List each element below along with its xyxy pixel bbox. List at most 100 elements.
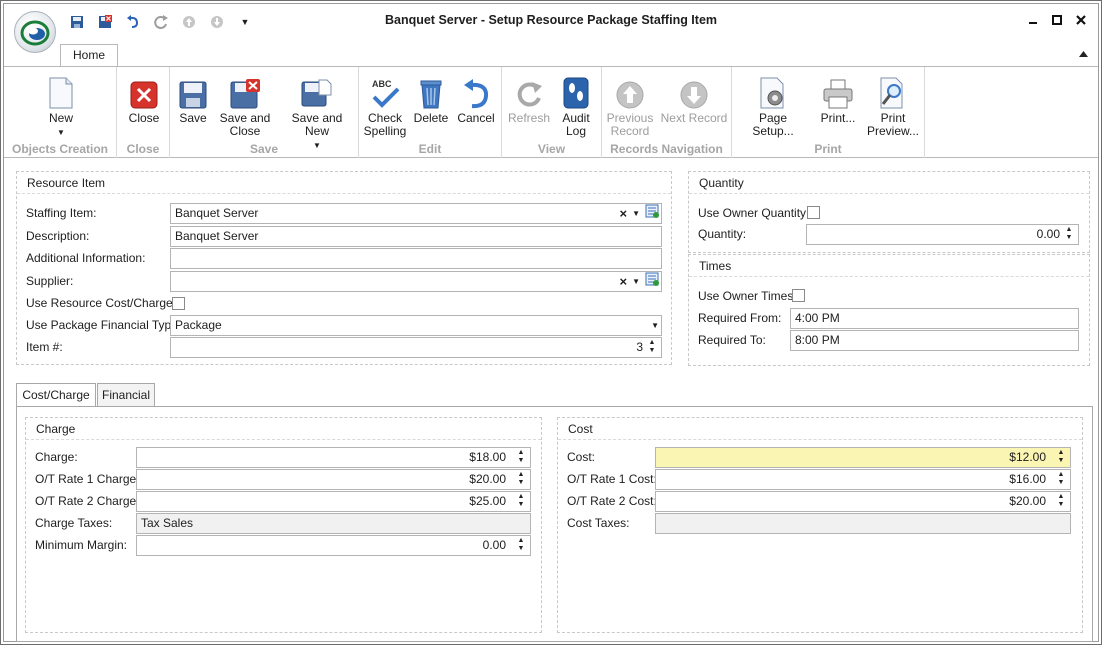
spin-buttons-icon[interactable]: ▲ ▼ <box>516 537 526 554</box>
tab-financial[interactable]: Financial <box>97 383 155 407</box>
window-controls <box>1024 11 1090 29</box>
additional-information-input[interactable] <box>170 248 662 269</box>
use-resource-cost-checkbox[interactable] <box>172 297 185 310</box>
use-owner-quantity-checkbox[interactable] <box>807 206 820 219</box>
resource-item-panel: Resource Item Staffing Item: Banquet Ser… <box>16 171 672 365</box>
new-button[interactable]: New ▼ <box>42 71 80 139</box>
group-label-print: Print <box>814 142 842 156</box>
refresh-button[interactable]: Refresh <box>506 71 552 125</box>
staffing-item-label: Staffing Item: <box>26 206 97 220</box>
print-button[interactable]: Print... <box>816 71 860 125</box>
spin-buttons-icon[interactable]: ▲ ▼ <box>1056 449 1066 466</box>
required-to-input[interactable]: 8:00 PM <box>790 330 1079 351</box>
ot-rate-1-charge-label: O/T Rate 1 Charge: <box>35 472 140 486</box>
resource-item-title: Resource Item <box>17 172 671 194</box>
use-owner-quantity-row: Use Owner Quantity: <box>689 203 1089 224</box>
use-owner-times-checkbox[interactable] <box>792 289 805 302</box>
spin-buttons-icon[interactable]: ▲ ▼ <box>1056 493 1066 510</box>
spin-buttons-icon[interactable]: ▲ ▼ <box>647 339 657 356</box>
tab-cost-charge[interactable]: Cost/Charge <box>16 383 96 408</box>
spin-buttons-icon[interactable]: ▲ ▼ <box>516 449 526 466</box>
charge-taxes-row: Charge Taxes: Tax Sales <box>26 513 541 534</box>
cost-panel: Cost Cost: $12.00 ▲ ▼ O/T Rate 1 Cost: $1… <box>557 417 1083 633</box>
delete-button[interactable]: Delete <box>411 71 451 125</box>
cost-row: Cost: $12.00 ▲ ▼ <box>558 447 1082 468</box>
next-record-button[interactable]: Next Record <box>660 71 728 125</box>
description-input[interactable]: Banquet Server <box>170 226 662 247</box>
save-and-new-button[interactable]: Save and New ▼ <box>278 71 356 152</box>
required-from-label: Required From: <box>698 311 782 325</box>
page-setup-button[interactable]: Page Setup... <box>738 71 808 138</box>
use-package-financial-type-select[interactable]: Package ▼ <box>170 315 662 336</box>
minimum-margin-spinner[interactable]: 0.00 ▲ ▼ <box>136 535 531 556</box>
use-package-financial-type-row: Use Package Financial Type: Package ▼ <box>17 315 671 336</box>
print-preview-button[interactable]: Print Preview... <box>866 71 920 138</box>
supplier-row: Supplier: × ▼ <box>17 271 671 292</box>
check-spelling-button[interactable]: ABC Check Spelling <box>363 71 407 138</box>
quantity-spinner[interactable]: 0.00 ▲ ▼ <box>806 224 1079 245</box>
clear-icon[interactable]: × <box>619 207 627 220</box>
ot-rate-1-cost-spinner[interactable]: $16.00 ▲ ▼ <box>655 469 1071 490</box>
arrow-down-circle-icon <box>680 81 708 109</box>
cost-spinner[interactable]: $12.00 ▲ ▼ <box>655 447 1071 468</box>
cost-taxes-field[interactable] <box>655 513 1071 534</box>
clear-icon[interactable]: × <box>619 275 627 288</box>
chevron-down-icon[interactable]: ▼ <box>632 204 640 223</box>
previous-record-button[interactable]: Previous Record <box>606 71 654 138</box>
charge-spinner[interactable]: $18.00 ▲ ▼ <box>136 447 531 468</box>
page-setup-icon <box>760 77 784 109</box>
application-window: ▼ Banquet Server - Setup Resource Packag… <box>0 0 1102 645</box>
item-number-spinner[interactable]: 3 ▲ ▼ <box>170 337 662 358</box>
staffing-item-row: Staffing Item: Banquet Server × ▼ <box>17 203 671 224</box>
refresh-icon <box>517 82 542 107</box>
required-from-row: Required From: 4:00 PM <box>689 308 1089 329</box>
group-label-save: Save <box>249 142 279 156</box>
printer-icon <box>823 79 853 109</box>
audit-log-button[interactable]: Audit Log <box>558 71 594 138</box>
charge-panel: Charge Charge: $18.00 ▲ ▼ O/T Rate 1 Char… <box>25 417 542 633</box>
window-title: Banquet Server - Setup Resource Package … <box>384 13 718 27</box>
chevron-up-icon <box>1079 51 1088 57</box>
group-label-view: View <box>537 142 566 156</box>
charge-taxes-field[interactable]: Tax Sales <box>136 513 531 534</box>
item-number-row: Item #: 3 ▲ ▼ <box>17 337 671 358</box>
spin-buttons-icon[interactable]: ▲ ▼ <box>516 471 526 488</box>
save-and-close-icon <box>230 79 260 109</box>
use-resource-cost-row: Use Resource Cost/Charge: <box>17 293 671 314</box>
required-from-input[interactable]: 4:00 PM <box>790 308 1079 329</box>
ot-rate-2-charge-spinner[interactable]: $25.00 ▲ ▼ <box>136 491 531 512</box>
staffing-item-combo[interactable]: Banquet Server × ▼ <box>170 203 662 224</box>
tab-home[interactable]: Home <box>60 44 118 67</box>
chevron-down-icon[interactable]: ▼ <box>632 272 640 291</box>
cancel-button[interactable]: Cancel <box>455 71 497 125</box>
group-objects-creation: New ▼ Objects Creation <box>4 67 117 158</box>
window-frame: ▼ Banquet Server - Setup Resource Packag… <box>3 3 1099 642</box>
quantity-label: Quantity: <box>698 227 747 241</box>
additional-information-row: Additional Information: <box>17 248 671 269</box>
chevron-down-icon[interactable]: ▼ <box>651 316 659 335</box>
minimize-button[interactable] <box>1024 11 1042 29</box>
maximize-button[interactable] <box>1048 11 1066 29</box>
ot-rate-1-cost-row: O/T Rate 1 Cost: $16.00 ▲ ▼ <box>558 469 1082 490</box>
spin-buttons-icon[interactable]: ▲ ▼ <box>516 493 526 510</box>
save-and-close-button[interactable]: Save and Close <box>216 71 274 138</box>
application-menu-button[interactable] <box>14 11 56 53</box>
close-button[interactable]: Close <box>126 71 162 125</box>
ribbon-tab-strip: Home <box>4 38 1098 67</box>
save-button[interactable]: Save <box>175 71 211 125</box>
ot-rate-1-charge-spinner[interactable]: $20.00 ▲ ▼ <box>136 469 531 490</box>
cost-charge-tab-panel: Charge Charge: $18.00 ▲ ▼ O/T Rate 1 Char… <box>16 406 1093 642</box>
supplier-combo[interactable]: × ▼ <box>170 271 662 292</box>
close-red-x-icon <box>130 81 158 109</box>
lookup-list-icon[interactable] <box>645 204 659 223</box>
collapse-ribbon-button[interactable] <box>1079 46 1088 60</box>
cost-taxes-label: Cost Taxes: <box>567 516 630 530</box>
title-bar: ▼ Banquet Server - Setup Resource Packag… <box>4 4 1098 53</box>
lookup-list-icon[interactable] <box>645 272 659 291</box>
required-to-row: Required To: 8:00 PM <box>689 330 1089 351</box>
spin-buttons-icon[interactable]: ▲ ▼ <box>1064 226 1074 243</box>
chevron-down-icon: ▼ <box>57 128 65 137</box>
spin-buttons-icon[interactable]: ▲ ▼ <box>1056 471 1066 488</box>
ot-rate-2-cost-spinner[interactable]: $20.00 ▲ ▼ <box>655 491 1071 512</box>
close-window-button[interactable] <box>1072 11 1090 29</box>
